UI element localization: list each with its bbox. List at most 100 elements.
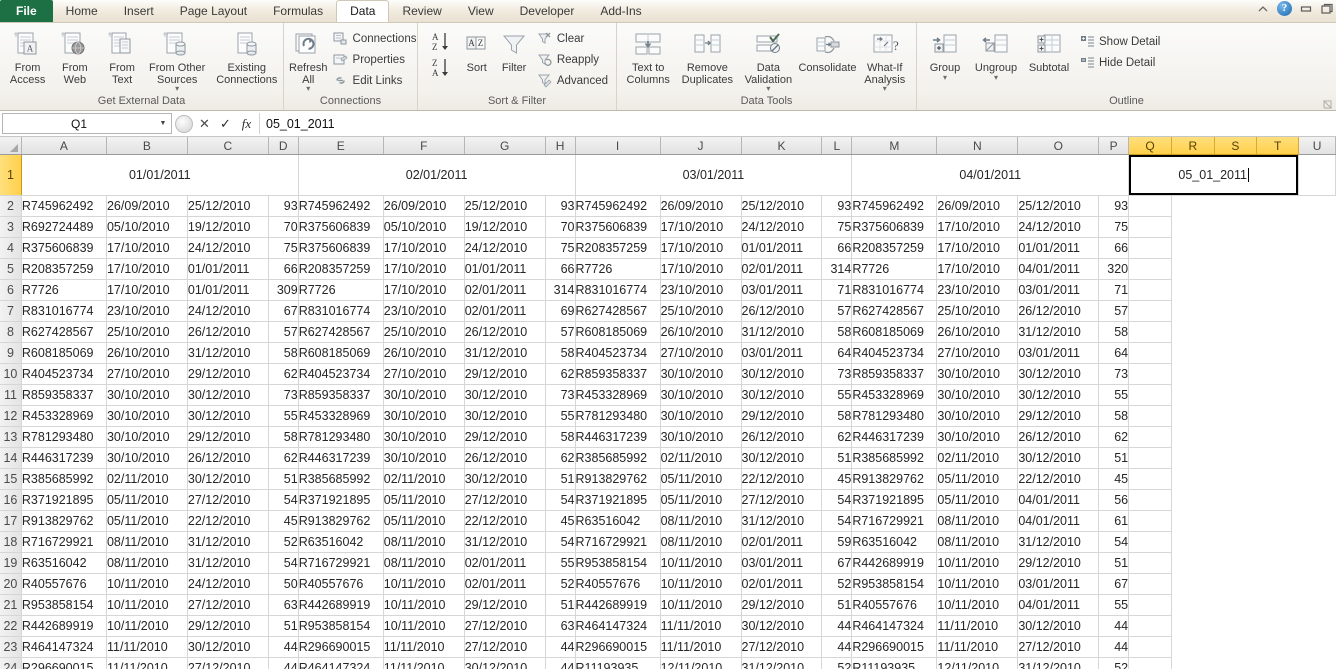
column-header-F[interactable]: F xyxy=(383,137,465,155)
cell-H13[interactable]: 58 xyxy=(545,426,576,448)
cell-B11[interactable]: 30/10/2010 xyxy=(106,384,188,406)
cell-K6[interactable]: 03/01/2011 xyxy=(741,279,823,301)
spreadsheet-grid[interactable]: A B C D E F G H I J K L M N O P Q R S T … xyxy=(0,137,1336,669)
cell-M18[interactable]: R63516042 xyxy=(851,531,938,553)
tab-developer[interactable]: Developer xyxy=(507,1,588,22)
cell-A24[interactable]: R296690015 xyxy=(21,657,107,669)
cell-I8[interactable]: R608185069 xyxy=(575,321,661,343)
cell-E16[interactable]: R371921895 xyxy=(298,489,384,511)
cell-I19[interactable]: R953858154 xyxy=(575,552,661,574)
cell-N18[interactable]: 08/11/2010 xyxy=(936,531,1019,553)
cell-I5[interactable]: R7726 xyxy=(575,258,661,280)
cell-N24[interactable]: 12/11/2010 xyxy=(936,657,1019,669)
cell-C23[interactable]: 30/12/2010 xyxy=(187,636,269,658)
cell-A19[interactable]: R63516042 xyxy=(21,552,107,574)
cell-U15[interactable] xyxy=(1128,468,1173,490)
cell-F23[interactable]: 11/11/2010 xyxy=(383,636,465,658)
cell-B20[interactable]: 10/11/2010 xyxy=(106,573,188,595)
cell-U24[interactable] xyxy=(1128,657,1173,669)
cell-M22[interactable]: R464147324 xyxy=(851,615,938,637)
cell-L12[interactable]: 58 xyxy=(821,405,853,427)
column-header-P[interactable]: P xyxy=(1098,137,1130,155)
cell-L18[interactable]: 59 xyxy=(821,531,853,553)
cell-F5[interactable]: 17/10/2010 xyxy=(383,258,465,280)
cell-B23[interactable]: 11/11/2010 xyxy=(106,636,188,658)
cell-E11[interactable]: R859358337 xyxy=(298,384,384,406)
cell-I6[interactable]: R831016774 xyxy=(575,279,661,301)
cell-N3[interactable]: 17/10/2010 xyxy=(936,216,1019,238)
cell-F10[interactable]: 27/10/2010 xyxy=(383,363,465,385)
tab-insert[interactable]: Insert xyxy=(111,1,167,22)
cell-N2[interactable]: 26/09/2010 xyxy=(936,195,1019,217)
column-header-H[interactable]: H xyxy=(545,137,576,155)
sort-button[interactable]: A Z Sort xyxy=(458,27,495,75)
cell-L17[interactable]: 54 xyxy=(821,510,853,532)
cell-O14[interactable]: 30/12/2010 xyxy=(1017,447,1100,469)
cell-C22[interactable]: 29/12/2010 xyxy=(187,615,269,637)
row-header-24[interactable]: 24 xyxy=(0,657,22,669)
sort-ascending-button[interactable]: AZ xyxy=(426,29,456,55)
cell-L15[interactable]: 45 xyxy=(821,468,853,490)
cell-B12[interactable]: 30/10/2010 xyxy=(106,405,188,427)
cell-M23[interactable]: R296690015 xyxy=(851,636,938,658)
cell-L23[interactable]: 44 xyxy=(821,636,853,658)
cell-H12[interactable]: 55 xyxy=(545,405,576,427)
cell-U5[interactable] xyxy=(1128,258,1173,280)
cell-N13[interactable]: 30/10/2010 xyxy=(936,426,1019,448)
cell-I17[interactable]: R63516042 xyxy=(575,510,661,532)
cell-E8[interactable]: R627428567 xyxy=(298,321,384,343)
cell-O18[interactable]: 31/12/2010 xyxy=(1017,531,1100,553)
cell-L4[interactable]: 66 xyxy=(821,237,853,259)
cell-N16[interactable]: 05/11/2010 xyxy=(936,489,1019,511)
cell-M2[interactable]: R745962492 xyxy=(851,195,938,217)
cell-K23[interactable]: 27/12/2010 xyxy=(741,636,823,658)
cell-G14[interactable]: 26/12/2010 xyxy=(464,447,546,469)
cell-C4[interactable]: 24/12/2010 xyxy=(187,237,269,259)
cell-A13[interactable]: R781293480 xyxy=(21,426,107,448)
cell-B13[interactable]: 30/10/2010 xyxy=(106,426,188,448)
from-web-button[interactable]: From Web xyxy=(51,27,98,86)
cell-C16[interactable]: 27/12/2010 xyxy=(187,489,269,511)
cell-L14[interactable]: 51 xyxy=(821,447,853,469)
cell-L9[interactable]: 64 xyxy=(821,342,853,364)
cell-A17[interactable]: R913829762 xyxy=(21,510,107,532)
cell-A15[interactable]: R385685992 xyxy=(21,468,107,490)
cell-I15[interactable]: R913829762 xyxy=(575,468,661,490)
merged-header-i1-l1[interactable]: 03/01/2011 xyxy=(575,154,853,196)
cell-H17[interactable]: 45 xyxy=(545,510,576,532)
cell-J7[interactable]: 25/10/2010 xyxy=(660,300,742,322)
cell-E10[interactable]: R404523734 xyxy=(298,363,384,385)
column-header-A[interactable]: A xyxy=(21,137,107,155)
connections-button[interactable]: Connections xyxy=(329,28,421,49)
cell-U20[interactable] xyxy=(1128,573,1173,595)
cell-M14[interactable]: R385685992 xyxy=(851,447,938,469)
cell-J9[interactable]: 27/10/2010 xyxy=(660,342,742,364)
cell-I7[interactable]: R627428567 xyxy=(575,300,661,322)
cell-B5[interactable]: 17/10/2010 xyxy=(106,258,188,280)
cell-F6[interactable]: 17/10/2010 xyxy=(383,279,465,301)
cell-C18[interactable]: 31/12/2010 xyxy=(187,531,269,553)
row-header-8[interactable]: 8 xyxy=(0,321,22,343)
cell-I11[interactable]: R453328969 xyxy=(575,384,661,406)
cell-D18[interactable]: 52 xyxy=(268,531,299,553)
from-access-button[interactable]: A From Access xyxy=(4,27,51,86)
cell-B2[interactable]: 26/09/2010 xyxy=(106,195,188,217)
clear-filter-button[interactable]: Clear xyxy=(533,28,612,49)
cell-G8[interactable]: 26/12/2010 xyxy=(464,321,546,343)
cell-K17[interactable]: 31/12/2010 xyxy=(741,510,823,532)
cell-O20[interactable]: 03/01/2011 xyxy=(1017,573,1100,595)
row-header-16[interactable]: 16 xyxy=(0,489,22,511)
cell-J22[interactable]: 11/11/2010 xyxy=(660,615,742,637)
cell-K15[interactable]: 22/12/2010 xyxy=(741,468,823,490)
chevron-down-icon[interactable]: ▾ xyxy=(175,85,179,93)
cell-N10[interactable]: 30/10/2010 xyxy=(936,363,1019,385)
cell-C7[interactable]: 24/12/2010 xyxy=(187,300,269,322)
cell-G17[interactable]: 22/12/2010 xyxy=(464,510,546,532)
tab-home[interactable]: Home xyxy=(53,1,111,22)
cell-J4[interactable]: 17/10/2010 xyxy=(660,237,742,259)
cell-D22[interactable]: 51 xyxy=(268,615,299,637)
column-header-I[interactable]: I xyxy=(575,137,661,155)
cell-A12[interactable]: R453328969 xyxy=(21,405,107,427)
cell-K11[interactable]: 30/12/2010 xyxy=(741,384,823,406)
cell-C21[interactable]: 27/12/2010 xyxy=(187,594,269,616)
